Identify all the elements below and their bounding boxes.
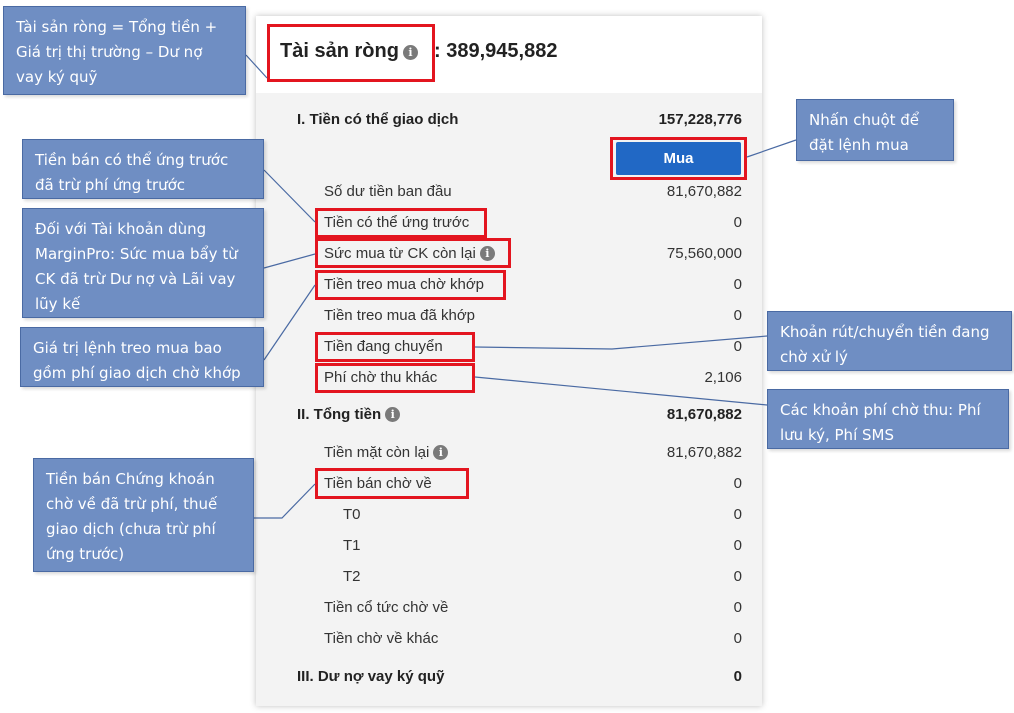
section-available-value: 157,228,776 bbox=[658, 111, 742, 128]
matched-buy-value: 0 bbox=[733, 307, 742, 324]
t2-value: 0 bbox=[733, 568, 742, 585]
info-icon[interactable]: i bbox=[402, 45, 418, 60]
info-icon[interactable]: i bbox=[433, 445, 449, 460]
t1-value: 0 bbox=[733, 537, 742, 554]
other-fees-label: Phí chờ thu khác bbox=[324, 369, 438, 386]
advance-label: Tiền có thể ứng trước bbox=[324, 214, 470, 231]
transferring-label: Tiền đang chuyển bbox=[324, 338, 443, 355]
callout-buy: Nhấn chuột để đặt lệnh mua bbox=[796, 99, 954, 161]
callout-advance: Tiền bán có thể ứng trước đã trừ phí ứng… bbox=[22, 139, 264, 199]
t2-label: T2 bbox=[343, 568, 361, 585]
section-available-label: I. Tiền có thể giao dịch bbox=[297, 111, 459, 128]
section-total-label: II. Tổng tiền i bbox=[297, 406, 401, 423]
sale-pending-value: 0 bbox=[733, 475, 742, 492]
callout-sale-pending: Tiền bán Chứng khoán chờ về đã trừ phí, … bbox=[33, 458, 254, 572]
callout-pending-buy: Giá trị lệnh treo mua bao gồm phí giao d… bbox=[20, 327, 264, 387]
info-icon[interactable]: i bbox=[479, 246, 495, 261]
pending-buy-label: Tiền treo mua chờ khớp bbox=[324, 276, 485, 293]
section-margin-label: III. Dư nợ vay ký quỹ bbox=[297, 668, 445, 685]
other-pending-value: 0 bbox=[733, 630, 742, 647]
purchasing-power-label: Sức mua từ CK còn lại i bbox=[324, 245, 495, 262]
pending-buy-value: 0 bbox=[733, 276, 742, 293]
other-fees-value: 2,106 bbox=[704, 369, 742, 386]
sale-pending-label: Tiền bán chờ về bbox=[324, 475, 432, 492]
opening-balance-value: 81,670,882 bbox=[666, 183, 742, 200]
advance-value: 0 bbox=[733, 214, 742, 231]
t1-label: T1 bbox=[343, 537, 361, 554]
callout-fees: Các khoản phí chờ thu: Phí lưu ký, Phí S… bbox=[767, 389, 1009, 449]
section-margin-value: 0 bbox=[733, 668, 742, 685]
info-icon[interactable]: i bbox=[385, 407, 401, 422]
cash-remaining-label: Tiền mặt còn lại i bbox=[324, 444, 449, 461]
opening-balance-label: Số dư tiền ban đầu bbox=[324, 183, 452, 200]
net-worth-value: : 389,945,882 bbox=[434, 40, 558, 62]
net-worth-label: Tài sản ròng i bbox=[280, 40, 418, 63]
cash-remaining-value: 81,670,882 bbox=[666, 444, 742, 461]
callout-margin-pro: Đối với Tài khoản dùng MarginPro: Sức mu… bbox=[22, 208, 264, 318]
callout-net-worth: Tài sản ròng = Tổng tiền + Giá trị thị t… bbox=[3, 6, 246, 95]
t0-value: 0 bbox=[733, 506, 742, 523]
t0-label: T0 bbox=[343, 506, 361, 523]
callout-transferring: Khoản rút/chuyển tiền đang chờ xử lý bbox=[767, 311, 1012, 371]
dividend-label: Tiền cổ tức chờ về bbox=[324, 599, 449, 616]
purchasing-power-value: 75,560,000 bbox=[666, 245, 742, 262]
other-pending-label: Tiền chờ về khác bbox=[324, 630, 439, 647]
section-total-value: 81,670,882 bbox=[666, 406, 742, 423]
buy-button[interactable]: Mua bbox=[616, 142, 741, 175]
transferring-value: 0 bbox=[733, 338, 742, 355]
dividend-value: 0 bbox=[733, 599, 742, 616]
matched-buy-label: Tiền treo mua đã khớp bbox=[324, 307, 476, 324]
